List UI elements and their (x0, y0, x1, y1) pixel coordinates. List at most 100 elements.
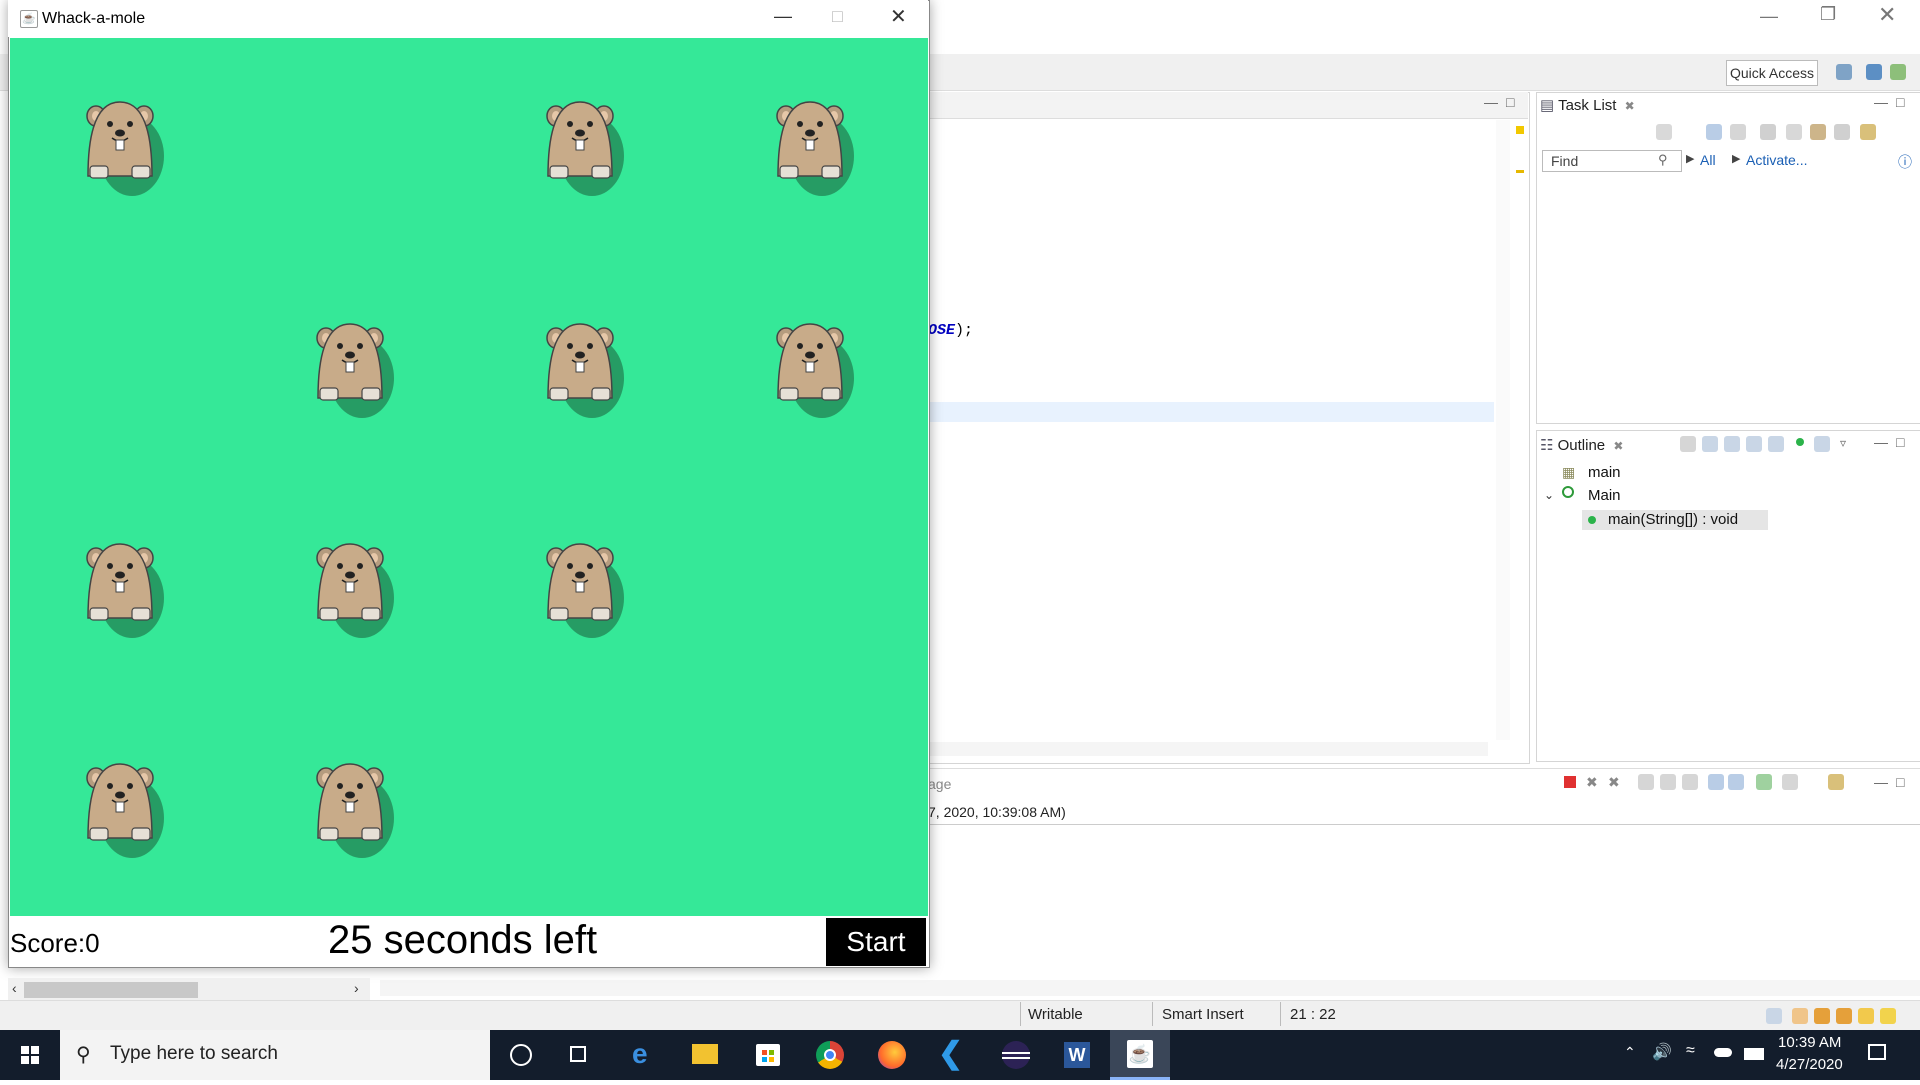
terminate-icon[interactable] (1564, 776, 1576, 788)
scheduled-icon[interactable] (1730, 124, 1746, 140)
hide-nonpublic-icon[interactable] (1768, 436, 1784, 452)
clock-date[interactable]: 4/27/2020 (1776, 1056, 1843, 1073)
debug-perspective-icon[interactable] (1890, 64, 1906, 80)
mole[interactable] (80, 96, 170, 196)
notifications-icon[interactable] (1868, 1044, 1886, 1060)
word-wrap-icon[interactable] (1682, 774, 1698, 790)
firefox-icon[interactable] (872, 1036, 912, 1074)
perspective-icon[interactable] (1836, 64, 1852, 80)
open-console-icon[interactable] (1828, 774, 1844, 790)
store-icon[interactable] (748, 1036, 788, 1074)
warning-marker-icon[interactable] (1516, 126, 1524, 134)
activate-link[interactable]: Activate... (1746, 152, 1807, 168)
quick-access-input[interactable]: Quick Access (1726, 60, 1818, 86)
collapse-icon[interactable] (1702, 436, 1718, 452)
task-view-icon[interactable] (562, 1036, 602, 1074)
mole[interactable] (310, 538, 400, 638)
annotation-marker-icon[interactable] (1516, 170, 1524, 173)
maximize-icon[interactable]: □ (1896, 774, 1904, 790)
hide-local-types-icon[interactable] (1814, 436, 1830, 452)
trim-icon[interactable] (1814, 1008, 1830, 1024)
categorized-icon[interactable] (1706, 124, 1722, 140)
editor-vertical-scrollbar[interactable] (1496, 120, 1510, 740)
mole[interactable] (80, 758, 170, 858)
minimize-icon[interactable]: — (1874, 774, 1888, 790)
public-members-icon[interactable] (1796, 438, 1804, 446)
display-console-icon[interactable] (1782, 774, 1798, 790)
maximize-icon[interactable]: □ (1896, 434, 1904, 450)
cortana-icon[interactable] (500, 1036, 540, 1074)
trim-icon[interactable] (1792, 1008, 1808, 1024)
close-icon[interactable]: ✕ (890, 4, 907, 29)
scroll-lock-icon[interactable] (1660, 774, 1676, 790)
remove-all-icon[interactable]: ✖ (1608, 774, 1620, 791)
tab-outline[interactable]: ☷ Outline ✖ (1540, 436, 1623, 454)
lightbulb-icon[interactable] (1880, 1008, 1896, 1024)
java-perspective-icon[interactable] (1866, 64, 1882, 80)
mole[interactable] (770, 96, 860, 196)
start-button[interactable]: Start (826, 918, 926, 966)
minimize-icon[interactable]: — (1484, 94, 1498, 110)
mole[interactable] (540, 538, 630, 638)
trim-icon[interactable] (1836, 1008, 1852, 1024)
maximize-icon[interactable]: □ (832, 6, 843, 27)
maximize-icon[interactable]: □ (1506, 94, 1514, 110)
pin-console-icon[interactable] (1756, 774, 1772, 790)
vscode-icon[interactable]: ❮ (934, 1036, 974, 1074)
scroll-left-icon[interactable]: ‹ (12, 980, 17, 996)
eclipse-icon[interactable] (996, 1036, 1036, 1074)
maximize-icon[interactable]: □ (1896, 94, 1904, 110)
windows-start-button[interactable] (0, 1030, 60, 1080)
remove-launch-icon[interactable]: ✖ (1586, 774, 1598, 791)
show-stderr-icon[interactable] (1728, 774, 1744, 790)
word-icon[interactable]: W (1058, 1036, 1098, 1074)
chevron-down-icon[interactable]: ⌄ (1544, 488, 1554, 502)
trim-icon[interactable] (1766, 1008, 1782, 1024)
collapse-all-icon[interactable] (1834, 124, 1850, 140)
focus-icon[interactable] (1760, 124, 1776, 140)
outline-item-class[interactable]: Main (1588, 487, 1621, 504)
java-app-taskbar-active[interactable]: ☕ (1110, 1030, 1170, 1080)
outline-item-method[interactable]: main(String[]) : void (1582, 510, 1768, 530)
show-stdout-icon[interactable] (1708, 774, 1724, 790)
mole[interactable] (540, 318, 630, 418)
mole[interactable] (80, 538, 170, 638)
mole[interactable] (310, 318, 400, 418)
onedrive-icon[interactable] (1714, 1048, 1732, 1057)
hide-fields-icon[interactable] (1724, 436, 1740, 452)
clock-time[interactable]: 10:39 AM (1778, 1034, 1841, 1051)
status-insert-mode[interactable]: Smart Insert (1162, 1006, 1244, 1023)
filter-icon[interactable] (1786, 124, 1802, 140)
view-menu-icon[interactable]: ▿ (1840, 436, 1846, 450)
trim-icon[interactable] (1858, 1008, 1874, 1024)
file-explorer-icon[interactable] (686, 1036, 726, 1074)
restore-icon[interactable]: ❐ (1820, 4, 1836, 25)
sync-icon[interactable] (1810, 124, 1826, 140)
chevron-up-icon[interactable]: ⌃ (1624, 1044, 1636, 1061)
mole[interactable] (540, 96, 630, 196)
console-horizontal-scrollbar[interactable] (380, 980, 1920, 996)
close-icon[interactable]: ✕ (1878, 2, 1896, 28)
clear-console-icon[interactable] (1638, 774, 1654, 790)
volume-icon[interactable]: 🔊 (1652, 1042, 1672, 1062)
minimize-icon[interactable]: — (1760, 6, 1778, 27)
minimize-icon[interactable]: — (774, 6, 792, 27)
mole[interactable] (310, 758, 400, 858)
scrollbar-thumb[interactable] (24, 982, 198, 998)
tab-task-list[interactable]: ▤ Task List ✖ (1540, 96, 1635, 114)
mole[interactable] (770, 318, 860, 418)
editor-horizontal-scrollbar[interactable] (928, 742, 1488, 756)
close-tab-icon[interactable]: ✖ (1613, 439, 1623, 453)
minimize-icon[interactable]: — (1874, 434, 1888, 450)
edge-icon[interactable]: e (624, 1036, 664, 1074)
code-editor[interactable] (928, 92, 1530, 764)
window-titlebar[interactable]: ☕ — □ ✕ (8, 0, 928, 37)
outline-item-package[interactable]: main (1588, 464, 1621, 481)
close-tab-icon[interactable]: ✖ (1625, 99, 1635, 113)
wifi-icon[interactable]: ≈ (1686, 1042, 1695, 1060)
minimize-icon[interactable]: — (1874, 94, 1888, 110)
help-icon[interactable]: ⓘ (1898, 152, 1912, 172)
repository-icon[interactable] (1860, 124, 1876, 140)
hide-static-icon[interactable] (1746, 436, 1762, 452)
chrome-icon[interactable] (810, 1036, 850, 1074)
